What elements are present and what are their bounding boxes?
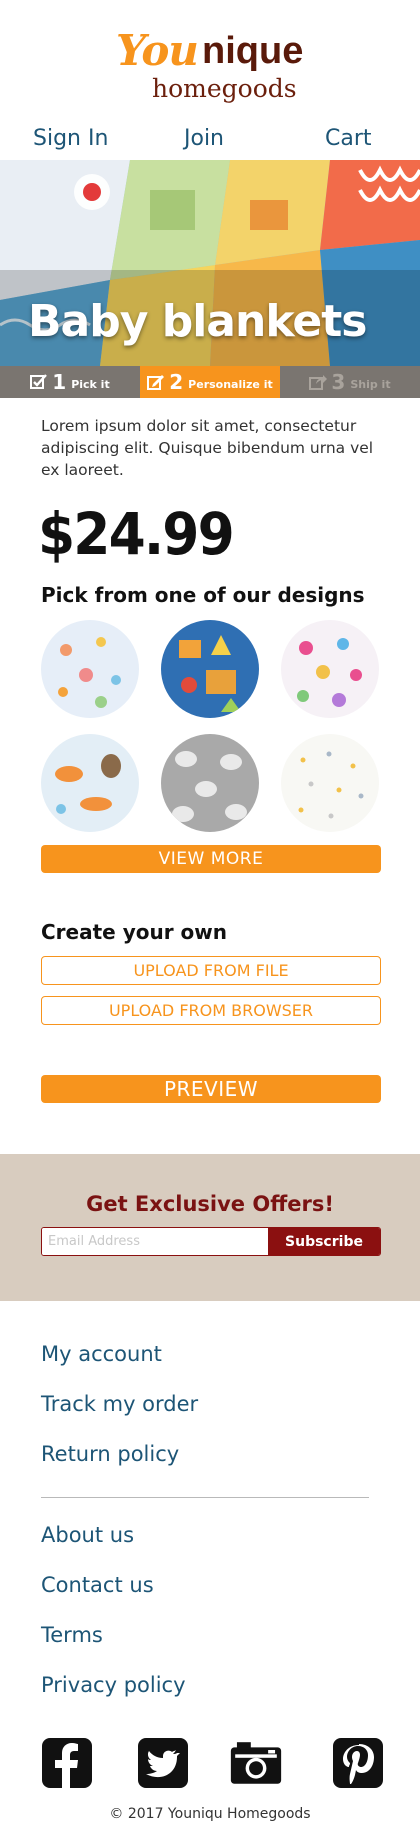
- logo[interactable]: You nique homegoods: [116, 26, 316, 106]
- design-swatch-floral-pastel[interactable]: [41, 620, 139, 718]
- upload-from-file-button[interactable]: UPLOAD FROM FILE: [41, 956, 381, 985]
- upload-from-browser-button[interactable]: UPLOAD FROM BROWSER: [41, 996, 381, 1025]
- view-more-button[interactable]: VIEW MORE: [41, 845, 381, 873]
- twitter-icon[interactable]: [137, 1737, 189, 1789]
- hero-title: Baby blankets: [28, 296, 367, 347]
- create-heading: Create your own: [41, 920, 227, 944]
- footer-link-my-account[interactable]: My account: [41, 1342, 162, 1366]
- design-swatch-elephants-grey[interactable]: [161, 734, 259, 832]
- checkbox-icon: [30, 374, 48, 389]
- logo-subtitle: homegoods: [152, 74, 297, 103]
- step-label: Ship it: [350, 377, 391, 391]
- product-description: Lorem ipsum dolor sit amet, consectetur …: [41, 417, 374, 479]
- step-number: 2: [169, 370, 184, 394]
- footer-link-about-us[interactable]: About us: [41, 1523, 134, 1547]
- preview-button[interactable]: PREVIEW: [41, 1075, 381, 1103]
- hero-banner: Baby blankets: [0, 160, 420, 366]
- footer-link-contact-us[interactable]: Contact us: [41, 1573, 154, 1597]
- email-input[interactable]: [42, 1228, 268, 1255]
- copyright: © 2017 Youniqu Homegoods: [109, 1806, 311, 1822]
- site-header: You nique homegoods: [0, 0, 420, 125]
- instagram-icon[interactable]: [230, 1737, 282, 1789]
- designs-heading: Pick from one of our designs: [41, 583, 365, 607]
- footer-divider: [41, 1497, 369, 1498]
- step-personalize[interactable]: 2 Personalize it: [140, 366, 280, 398]
- progress-steps: 1 Pick it 2 Personalize it 3 Ship it: [0, 366, 420, 398]
- edit-icon: [147, 375, 165, 390]
- step-label: Personalize it: [188, 377, 273, 391]
- footer-link-return-policy[interactable]: Return policy: [41, 1442, 179, 1466]
- facebook-icon[interactable]: [41, 1737, 93, 1789]
- pinterest-icon[interactable]: [332, 1737, 384, 1789]
- top-nav: Sign In Join Cart: [0, 126, 420, 160]
- design-swatch-floral-pink[interactable]: [281, 620, 379, 718]
- share-icon: [309, 375, 328, 390]
- design-swatch-confetti-white[interactable]: [281, 734, 379, 832]
- sign-in-link[interactable]: Sign In: [33, 126, 108, 151]
- join-link[interactable]: Join: [184, 126, 224, 151]
- step-ship[interactable]: 3 Ship it: [280, 366, 420, 398]
- footer-link-terms[interactable]: Terms: [41, 1623, 103, 1647]
- design-grid: [41, 620, 381, 832]
- step-pick[interactable]: 1 Pick it: [0, 366, 140, 398]
- step-number: 1: [52, 370, 67, 394]
- design-swatch-dinosaur-navy[interactable]: [161, 620, 259, 718]
- logo-part-nique: nique: [202, 30, 304, 72]
- newsletter-section: Get Exclusive Offers! Subscribe: [0, 1154, 420, 1301]
- footer-link-privacy-policy[interactable]: Privacy policy: [41, 1673, 186, 1697]
- step-label: Pick it: [71, 377, 110, 391]
- logo-part-you: You: [116, 26, 199, 75]
- step-number: 3: [331, 370, 346, 394]
- product-price: $24.99: [38, 500, 235, 568]
- offers-title: Get Exclusive Offers!: [86, 1192, 334, 1216]
- newsletter-form: Subscribe: [41, 1227, 381, 1256]
- subscribe-button[interactable]: Subscribe: [268, 1228, 380, 1255]
- footer-link-track-order[interactable]: Track my order: [41, 1392, 198, 1416]
- cart-link[interactable]: Cart: [325, 126, 372, 151]
- design-swatch-animals-pastel[interactable]: [41, 734, 139, 832]
